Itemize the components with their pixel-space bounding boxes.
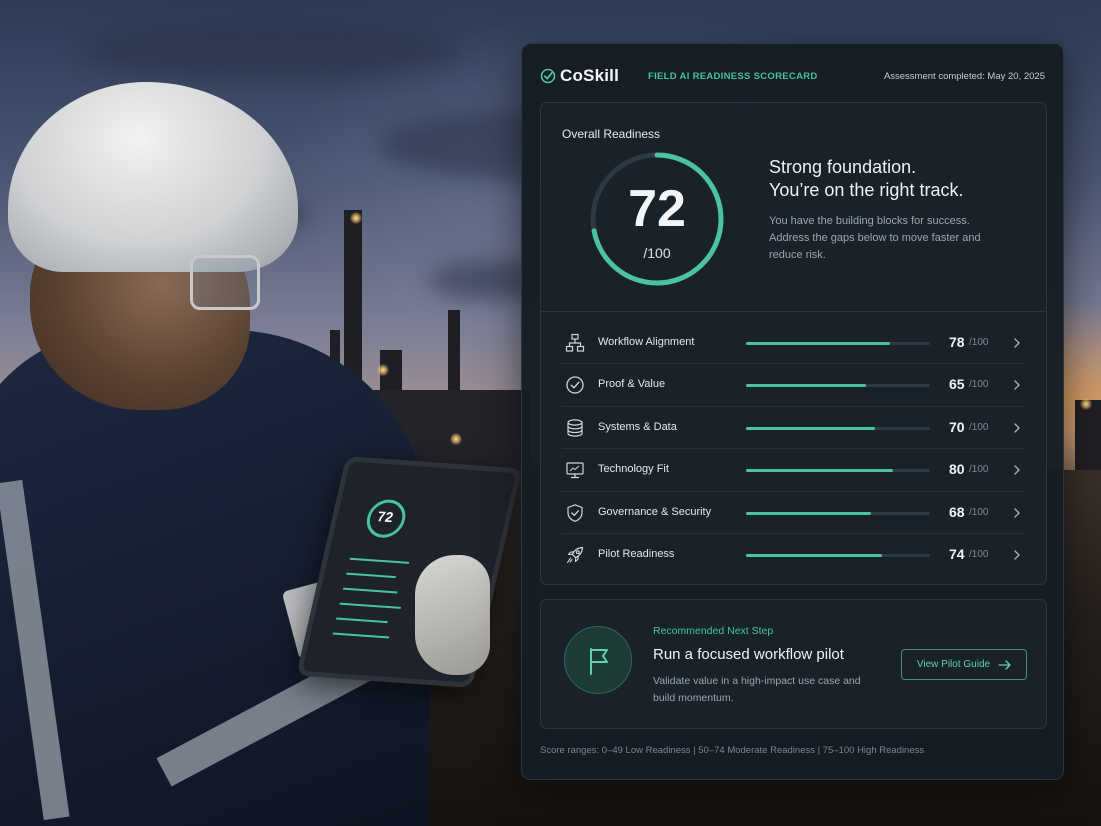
gloved-hand (415, 555, 490, 675)
metric-row-technology-fit[interactable]: Technology Fit 80/100 (562, 449, 1025, 492)
metric-label: Workflow Alignment (598, 336, 695, 348)
metric-score-max: /100 (969, 421, 989, 433)
metric-bar-track (746, 342, 930, 345)
next-step-card: Recommended Next Step Run a focused work… (540, 599, 1047, 729)
score-ranges-legend: Score ranges: 0–49 Low Readiness | 50–74… (540, 745, 925, 756)
check-circle-icon (566, 376, 584, 395)
metric-score-max: /100 (969, 506, 989, 518)
tablet-bar (339, 602, 402, 609)
metric-bar-track (746, 426, 930, 430)
metric-score: 70 (949, 418, 965, 435)
metric-bar-track (746, 384, 930, 388)
metric-score: 65 (949, 376, 965, 393)
scorecard-title: FIELD AI READINESS SCORECARD (648, 71, 818, 82)
headline-line-2: You’re on the right track. (769, 180, 964, 200)
metric-bar-fill (746, 384, 866, 388)
chevron-right-icon[interactable] (1011, 336, 1023, 350)
scorecard-header: CoSkill FIELD AI READINESS SCORECARD Ass… (522, 44, 1063, 102)
shield-check-icon (567, 503, 583, 522)
headline-line-1: Strong foundation. (769, 157, 917, 177)
tablet-bar (349, 557, 410, 564)
metric-label: Systems & Data (598, 420, 677, 433)
metric-score: 74 (949, 545, 965, 562)
metric-score-max: /100 (969, 464, 989, 476)
metric-label: Governance & Security (598, 505, 712, 518)
chevron-right-icon[interactable] (1011, 548, 1023, 562)
tablet-bar (332, 632, 390, 639)
database-icon (567, 419, 583, 437)
metric-bar-fill (746, 342, 890, 345)
readiness-description: You have the building blocks for success… (769, 215, 981, 261)
brand-logo: CoSkill (540, 66, 619, 86)
view-pilot-guide-button[interactable]: View Pilot Guide (901, 649, 1027, 680)
divider (541, 311, 1046, 312)
metric-bar-track (746, 511, 930, 515)
hard-hat (8, 82, 298, 272)
metric-bar-fill (746, 469, 894, 473)
overall-readiness-label: Overall Readiness (562, 127, 661, 141)
monitor-icon (566, 462, 584, 479)
next-step-title: Run a focused workflow pilot (653, 646, 844, 663)
plant-light (377, 364, 389, 376)
chevron-right-icon[interactable] (1011, 463, 1023, 477)
metric-row-proof-value[interactable]: Proof & Value 65/100 (562, 364, 1025, 407)
plant-light (350, 212, 362, 224)
plant-light (450, 433, 462, 445)
chevron-right-icon[interactable] (1011, 421, 1023, 435)
overall-score: 72 (628, 180, 686, 238)
tablet-bar (335, 617, 388, 624)
metric-row-pilot-readiness[interactable]: Pilot Readiness 74/100 (562, 534, 1025, 576)
cloud (80, 20, 460, 80)
plant-light (1080, 398, 1092, 410)
metric-label: Pilot Readiness (598, 547, 675, 560)
arrow-right-icon (998, 659, 1011, 670)
next-step-label: Recommended Next Step (653, 625, 774, 637)
metric-row-workflow-alignment[interactable]: Workflow Alignment 78/100 (562, 322, 1025, 365)
safety-glasses (190, 255, 260, 310)
metric-score: 80 (949, 461, 965, 478)
scorecard-panel: CoSkill FIELD AI READINESS SCORECARD Ass… (521, 43, 1064, 780)
metric-bar-fill (746, 426, 875, 430)
check-circle-logo-icon (540, 68, 556, 84)
metric-score-max: /100 (969, 379, 989, 391)
assessment-date: Assessment completed: May 20, 2025 (883, 71, 1045, 82)
metric-score-max: /100 (969, 337, 989, 348)
refinery-tower (1075, 400, 1101, 470)
chevron-right-icon[interactable] (1011, 506, 1023, 520)
view-pilot-guide-label: View Pilot Guide (916, 659, 991, 670)
metrics-list: Workflow Alignment 78/100 Proof & Value 65 /… (541, 322, 1046, 576)
metric-label: Proof & Value (598, 378, 666, 391)
metric-score: 68 (949, 503, 965, 520)
flag-icon (590, 648, 608, 675)
metric-bar-track (746, 469, 930, 473)
rocket-icon (566, 546, 584, 564)
workflow-icon (565, 333, 585, 352)
next-step-description: Validate value in a high-impact use case… (653, 675, 861, 704)
metric-row-systems-data[interactable]: Systems & Data 70/100 (562, 407, 1025, 450)
readiness-headline: Strong foundation. You’re on the right t… (769, 156, 963, 202)
brand-name: CoSkill (560, 66, 620, 85)
metric-score: 78 (949, 334, 965, 350)
tablet-bar (346, 572, 397, 579)
flag-badge (564, 626, 632, 694)
metric-bar-fill (746, 553, 883, 557)
metric-row-governance-security[interactable]: Governance & Security 68/100 (562, 492, 1025, 534)
metric-label: Technology Fit (598, 463, 669, 476)
overall-score-max: /100 (643, 245, 671, 261)
chevron-right-icon[interactable] (1011, 378, 1023, 392)
overall-readiness-card: Overall Readiness 72 /100 Strong foundat… (540, 102, 1047, 585)
metric-bar-track (746, 553, 930, 557)
metric-bar-fill (746, 511, 872, 515)
tablet-bar (342, 587, 398, 594)
metric-score-max: /100 (969, 548, 989, 560)
tablet-score: 72 (375, 508, 395, 526)
